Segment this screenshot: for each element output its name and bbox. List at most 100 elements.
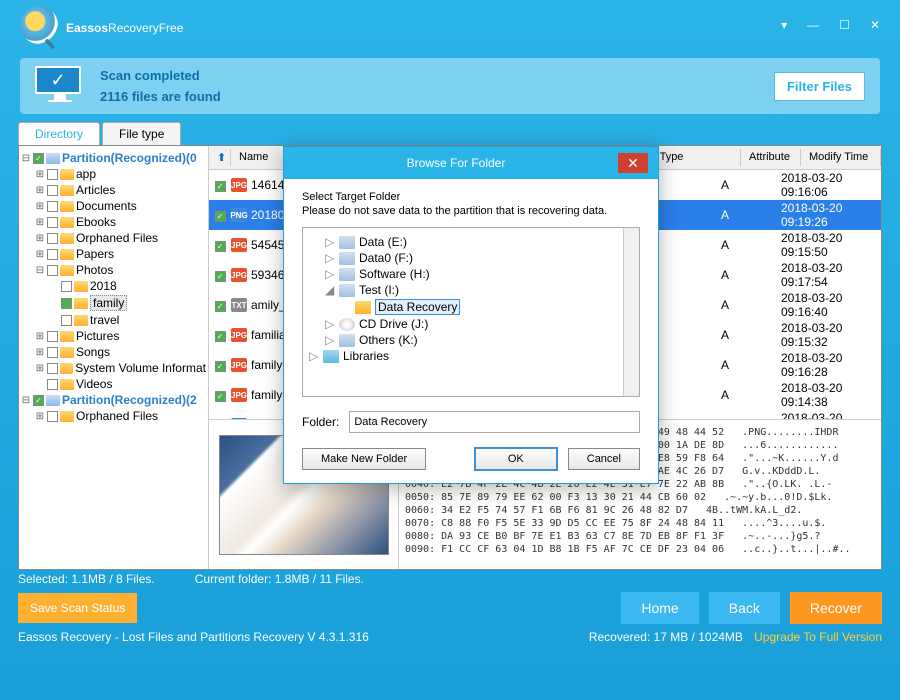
- upgrade-link[interactable]: Upgrade To Full Version: [754, 630, 882, 644]
- checkbox[interactable]: [47, 185, 58, 196]
- checkbox[interactable]: [47, 233, 58, 244]
- dialog-titlebar[interactable]: Browse For Folder ✕: [284, 147, 658, 179]
- drive-software-h[interactable]: Software (H:): [359, 267, 430, 281]
- dialog-close-button[interactable]: ✕: [618, 153, 648, 173]
- save-scan-button[interactable]: Save Scan Status: [18, 593, 137, 623]
- checkbox[interactable]: [47, 169, 58, 180]
- checkbox[interactable]: [47, 363, 58, 374]
- expander-icon[interactable]: ▷: [325, 251, 335, 265]
- cd-icon: [339, 318, 355, 331]
- back-button[interactable]: Back: [709, 592, 780, 624]
- tab-directory[interactable]: Directory: [18, 122, 100, 145]
- drive-test-i[interactable]: Test (I:): [359, 283, 399, 297]
- maximize-icon[interactable]: ☐: [839, 18, 850, 32]
- checkbox[interactable]: [61, 315, 72, 326]
- expander-icon[interactable]: ⊞: [35, 249, 45, 260]
- expander-icon[interactable]: ⊞: [35, 411, 45, 422]
- up-folder-icon[interactable]: ⬆: [209, 149, 231, 166]
- tree-folder-2018[interactable]: 2018: [90, 279, 117, 293]
- checkbox[interactable]: [61, 298, 72, 309]
- expander-icon[interactable]: ▷: [325, 235, 335, 249]
- checkbox[interactable]: [47, 379, 58, 390]
- tree-folder[interactable]: Photos: [76, 263, 113, 277]
- ok-button[interactable]: OK: [474, 447, 558, 471]
- expander-icon[interactable]: ⊞: [35, 331, 45, 342]
- expander-icon[interactable]: ▷: [325, 333, 335, 347]
- make-new-folder-button[interactable]: Make New Folder: [302, 448, 426, 470]
- close-icon[interactable]: ✕: [870, 18, 880, 32]
- checkbox[interactable]: ✓: [215, 301, 226, 312]
- tree-folder[interactable]: Documents: [76, 199, 137, 213]
- checkbox[interactable]: ✓: [215, 181, 226, 192]
- home-button[interactable]: Home: [621, 592, 698, 624]
- expander-icon[interactable]: ⊞: [35, 185, 45, 196]
- expander-icon[interactable]: ⊞: [35, 363, 45, 374]
- checkbox[interactable]: ✓: [215, 391, 226, 402]
- checkbox[interactable]: ✓: [215, 331, 226, 342]
- recover-button[interactable]: Recover: [790, 592, 882, 624]
- checkbox[interactable]: [47, 347, 58, 358]
- panel-tabs: Directory File type ▦ ☰: [18, 122, 882, 145]
- checkbox[interactable]: [61, 281, 72, 292]
- expander-icon[interactable]: ⊟: [21, 395, 31, 406]
- tree-folder[interactable]: Articles: [76, 183, 115, 197]
- expander-icon[interactable]: ⊟: [35, 265, 45, 276]
- checkbox[interactable]: [47, 201, 58, 212]
- tree-folder-family[interactable]: family: [90, 295, 127, 311]
- tree-partition-0[interactable]: Partition(Recognized)(0: [62, 151, 197, 165]
- folder-info: Current folder: 1.8MB / 11 Files.: [195, 572, 364, 586]
- tree-folder[interactable]: Songs: [76, 345, 110, 359]
- expander-icon[interactable]: ▷: [309, 349, 319, 363]
- scrollbar[interactable]: [623, 228, 639, 396]
- expander-icon[interactable]: ⊞: [35, 169, 45, 180]
- folder-icon: [60, 363, 74, 374]
- expander-icon[interactable]: ▷: [325, 267, 335, 281]
- tree-folder[interactable]: Pictures: [76, 329, 119, 343]
- drive-data0-f[interactable]: Data0 (F:): [359, 251, 413, 265]
- libraries-node[interactable]: Libraries: [343, 349, 389, 363]
- checkbox[interactable]: [47, 217, 58, 228]
- checkbox[interactable]: ✓: [215, 241, 226, 252]
- drive-data-e[interactable]: Data (E:): [359, 235, 407, 249]
- tree-folder-travel[interactable]: travel: [90, 313, 119, 327]
- checkbox[interactable]: [47, 411, 58, 422]
- filter-files-button[interactable]: Filter Files: [774, 72, 865, 101]
- drive-others-k[interactable]: Others (K:): [359, 333, 418, 347]
- checkbox[interactable]: ✓: [215, 271, 226, 282]
- drive-icon: [339, 252, 355, 265]
- expander-icon[interactable]: ◢: [325, 283, 335, 297]
- expander-icon[interactable]: ▷: [325, 317, 335, 331]
- minimize-icon[interactable]: —: [807, 18, 819, 32]
- file-type-icon: JPG: [231, 268, 247, 282]
- tree-folder[interactable]: System Volume Informat: [75, 361, 206, 375]
- checkbox[interactable]: [47, 265, 58, 276]
- tree-folder[interactable]: Videos: [76, 377, 112, 391]
- checkbox[interactable]: ✓: [215, 361, 226, 372]
- expander-icon[interactable]: ⊞: [35, 201, 45, 212]
- folder-data-recovery[interactable]: Data Recovery: [375, 299, 460, 315]
- tree-partition-2[interactable]: Partition(Recognized)(2: [62, 393, 197, 407]
- cancel-button[interactable]: Cancel: [568, 448, 640, 470]
- col-attribute[interactable]: Attribute: [741, 149, 801, 166]
- checkbox[interactable]: [47, 249, 58, 260]
- expander-icon[interactable]: ⊟: [21, 153, 31, 164]
- tab-filetype[interactable]: File type: [102, 122, 181, 145]
- checkbox[interactable]: ✓: [33, 153, 44, 164]
- tree-folder[interactable]: Orphaned Files: [76, 409, 158, 423]
- tree-folder[interactable]: app: [76, 167, 96, 181]
- checkbox[interactable]: [47, 331, 58, 342]
- expander-icon[interactable]: ⊞: [35, 233, 45, 244]
- checkbox[interactable]: ✓: [33, 395, 44, 406]
- tree-folder[interactable]: Orphaned Files: [76, 231, 158, 245]
- expander-icon[interactable]: ⊞: [35, 217, 45, 228]
- expander-icon[interactable]: ⊞: [35, 347, 45, 358]
- col-modify[interactable]: Modify Time: [801, 149, 881, 166]
- menu-icon[interactable]: ▾: [781, 18, 787, 32]
- folder-input[interactable]: [349, 411, 640, 433]
- drive-cd-j[interactable]: CD Drive (J:): [359, 317, 428, 331]
- folder-icon: [60, 347, 74, 358]
- file-type-icon: JPG: [231, 358, 247, 372]
- tree-folder[interactable]: Papers: [76, 247, 114, 261]
- checkbox[interactable]: ✓: [215, 211, 226, 222]
- tree-folder[interactable]: Ebooks: [76, 215, 116, 229]
